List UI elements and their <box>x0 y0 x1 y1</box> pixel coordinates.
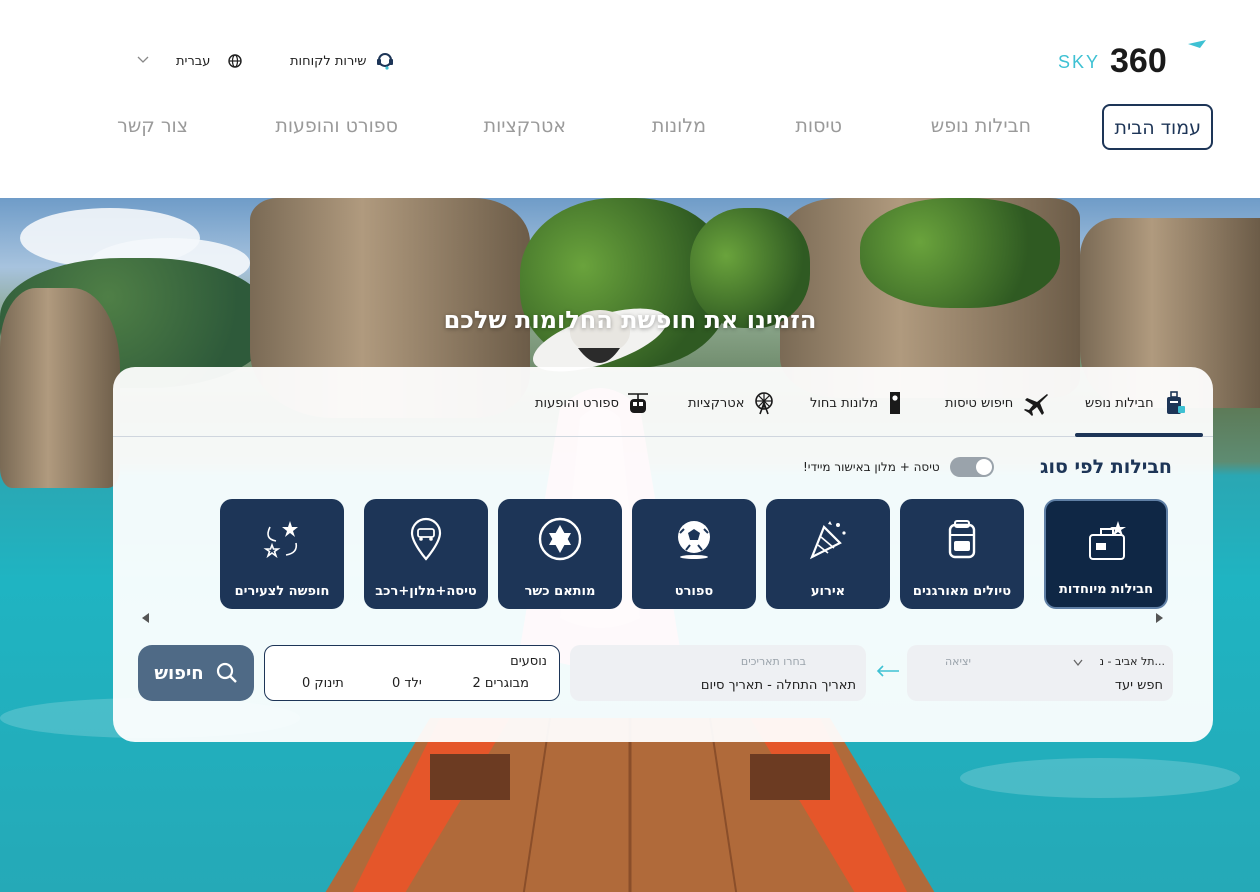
tab-label: מלונות בחול <box>810 395 879 411</box>
tab-label: אטרקציות <box>688 395 745 411</box>
carousel-next-arrow[interactable] <box>1156 613 1163 623</box>
origin-destination-field[interactable]: תל אביב - נ... יציאה חפש יעד <box>907 645 1173 701</box>
dates-label: בחרו תאריכים <box>740 655 806 668</box>
site-header: SKY 360 שירות לקוחות עברית עמוד הבית חבי… <box>0 0 1260 198</box>
search-button-label: חיפוש <box>154 662 204 684</box>
category-label: טיולים מאורגנים <box>912 584 1012 599</box>
svg-text:360: 360 <box>1110 42 1167 80</box>
sky360-logo[interactable]: SKY 360 <box>1058 38 1213 84</box>
category-special-packages[interactable]: חבילות מיוחדות <box>1044 499 1168 609</box>
chevron-down-icon[interactable] <box>136 53 150 67</box>
destination-placeholder[interactable]: חפש יעד <box>1115 678 1163 693</box>
category-youth-vacation[interactable]: חופשה לצעירים <box>220 499 344 609</box>
map-pin-car-icon <box>410 517 442 561</box>
water-reflection <box>960 758 1240 798</box>
origin-value: תל אביב - נ... <box>1099 655 1165 668</box>
stars-icon <box>263 521 298 559</box>
category-label: אירוע <box>810 584 846 599</box>
airplane-icon <box>1024 394 1049 416</box>
tab-label: חיפוש טיסות <box>945 395 1014 411</box>
active-tab-indicator <box>1075 433 1203 437</box>
carousel-prev-arrow[interactable] <box>142 613 149 623</box>
category-sport[interactable]: ספורט <box>632 499 756 609</box>
toggle-knob <box>975 459 992 475</box>
search-icon <box>216 662 237 683</box>
category-label: חופשה לצעירים <box>234 584 330 599</box>
tab-hotels-abroad[interactable]: מלונות בחול <box>810 391 904 415</box>
longtail-boat-illustration <box>325 718 935 892</box>
nav-packages[interactable]: חבילות נופש <box>931 104 1031 150</box>
category-event[interactable]: אירוע <box>766 499 890 609</box>
dates-value: תאריך התחלה - תאריך סיום <box>700 678 856 693</box>
tab-attractions[interactable]: אטרקציות <box>688 391 776 415</box>
jungle <box>860 198 1060 308</box>
category-label: טיסה+מלון+רכב <box>375 584 477 599</box>
nav-flights[interactable]: טיסות <box>795 104 842 150</box>
suitcase-icon <box>1089 521 1126 560</box>
party-popper-icon <box>809 521 846 560</box>
category-organized-tours[interactable]: טיולים מאורגנים <box>900 499 1024 609</box>
category-flight-hotel-car[interactable]: טיסה+מלון+רכב <box>364 499 488 609</box>
nav-attractions[interactable]: אטרקציות <box>484 104 566 150</box>
backpack-icon <box>948 520 976 559</box>
adults-count: 2 מבוגרים <box>472 676 529 691</box>
nav-sports-shows[interactable]: ספורט והופעות <box>275 104 398 150</box>
date-picker-field[interactable]: בחרו תאריכים תאריך התחלה - תאריך סיום <box>570 645 866 701</box>
tab-sports-shows[interactable]: ספורט והופעות <box>535 391 649 415</box>
search-button[interactable]: חיפוש <box>138 645 254 701</box>
toggle-switch[interactable] <box>949 457 994 477</box>
tab-label: ספורט והופעות <box>535 395 619 411</box>
origin-label: יציאה <box>945 655 971 668</box>
nav-home[interactable]: עמוד הבית <box>1102 104 1213 150</box>
category-label: ספורט <box>674 584 714 599</box>
ferris-wheel-icon <box>755 392 774 415</box>
search-tabs: חבילות נופש חיפוש טיסות מלונות בחול אטרק… <box>113 367 1213 437</box>
main-nav: עמוד הבית חבילות נופש טיסות מלונות אטרקצ… <box>0 104 1260 150</box>
nav-hotels[interactable]: מלונות <box>652 104 706 150</box>
chevron-down-icon[interactable] <box>1072 658 1084 668</box>
arrow-left-icon <box>876 665 899 677</box>
customer-service-link[interactable]: שירות לקוחות <box>290 50 396 72</box>
children-count: 0 ילד <box>392 676 422 691</box>
luggage-icon <box>1166 391 1185 414</box>
soccer-ball-icon <box>678 521 710 559</box>
hero-title: הזמינו את חופשת החלומות שלכם <box>443 306 817 334</box>
passengers-field[interactable]: נוסעים 2 מבוגרים 0 ילד 0 תינוק <box>264 645 560 701</box>
category-label: מותאם כשר <box>524 584 596 599</box>
star-of-david-icon <box>538 517 582 561</box>
category-kosher[interactable]: מותאם כשר <box>498 499 622 609</box>
tab-flight-search[interactable]: חיפוש טיסות <box>945 391 1049 416</box>
category-label: חבילות מיוחדות <box>1058 582 1154 597</box>
tab-vacation-packages[interactable]: חבילות נופש <box>1085 391 1186 415</box>
nav-contact[interactable]: צור קשר <box>117 104 188 150</box>
instant-confirmation-toggle[interactable]: טיסה + מלון באישור מיידי! <box>803 457 994 477</box>
headset-icon <box>377 53 394 70</box>
tab-label: חבילות נופש <box>1085 395 1154 411</box>
cable-car-icon <box>627 393 648 413</box>
svg-text:SKY: SKY <box>1058 52 1100 72</box>
search-panel: חבילות נופש חיפוש טיסות מלונות בחול אטרק… <box>113 367 1213 742</box>
category-carousel: חבילות מיוחדות טיולים מאורגנים אירוע ספו… <box>220 499 1168 609</box>
passengers-title: נוסעים <box>510 654 547 669</box>
door-hanger-icon <box>890 392 901 414</box>
globe-icon <box>228 54 243 68</box>
language-label: עברית <box>176 53 211 69</box>
language-selector[interactable]: עברית <box>176 50 243 72</box>
infants-count: 0 תינוק <box>302 676 344 691</box>
toggle-label: טיסה + מלון באישור מיידי! <box>803 460 940 474</box>
customer-service-label: שירות לקוחות <box>290 53 367 69</box>
packages-by-type-title: חבילות לפי סוג <box>1040 456 1172 478</box>
